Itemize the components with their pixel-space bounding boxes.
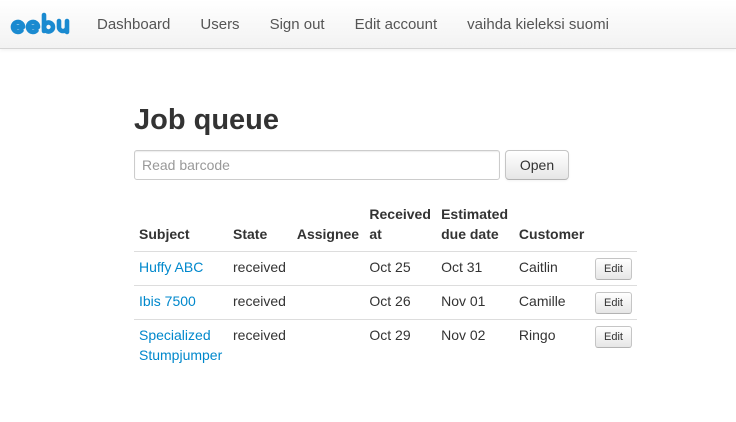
job-received-at: Oct 26 [364,285,437,320]
header-customer: Customer [513,204,591,252]
main-content: Job queue Open Subject State Assignee Re… [134,100,637,370]
job-queue-table: Subject State Assignee Received at Estim… [134,204,637,370]
open-button[interactable]: Open [505,150,569,180]
header-actions [590,204,637,252]
edit-button[interactable]: Edit [595,326,632,348]
header-estimated-due-date: Estimated due date [436,204,514,252]
barcode-input[interactable] [134,150,500,180]
job-due-date: Nov 02 [436,319,514,370]
job-subject-link[interactable]: Specialized Stumpjumper [139,327,222,363]
job-due-date: Oct 31 [441,259,483,275]
edit-button[interactable]: Edit [595,258,632,280]
header-subject: Subject [134,204,228,252]
table-row: Specialized Stumpjumper received Oct 29 … [134,319,637,370]
job-subject-link[interactable]: Huffy ABC [139,259,203,275]
table-row: Ibis 7500 received Oct 26 Nov 01 Camille… [134,285,637,320]
nav-sign-out[interactable]: Sign out [255,0,340,49]
job-received-at: Oct 29 [364,319,437,370]
table-row: Huffy ABC received Oct 25 Oct 31 Caitlin… [134,252,637,286]
job-state: received [228,285,292,320]
job-customer: Caitlin [518,259,558,275]
nav-language-switch[interactable]: vaihda kieleksi suomi [452,0,624,49]
job-assignee [291,285,365,320]
header-state: State [228,204,292,252]
job-customer: Ringo [513,319,591,370]
job-subject-link[interactable]: Ibis 7500 [139,293,196,309]
nav-users[interactable]: Users [185,0,254,49]
job-assignee [291,319,365,370]
top-navbar: Dashboard Users Sign out Edit account va… [0,0,736,49]
job-assignee [292,252,365,286]
nav-dashboard[interactable]: Dashboard [82,0,185,49]
edit-button[interactable]: Edit [595,292,632,314]
barcode-form: Open [134,150,569,180]
job-customer: Camille [513,285,591,320]
nav-edit-account[interactable]: Edit account [340,0,453,49]
eebu-logo[interactable] [10,11,74,37]
page-title: Job queue [134,104,280,136]
header-received-at: Received at [364,204,437,252]
job-received-at: Oct 25 [369,259,411,275]
job-state: received [228,319,292,370]
table-header-row: Subject State Assignee Received at Estim… [134,204,637,252]
header-assignee: Assignee [291,204,365,252]
main-nav: Dashboard Users Sign out Edit account va… [82,0,624,49]
job-state: received [233,259,286,275]
job-due-date: Nov 01 [436,285,514,320]
